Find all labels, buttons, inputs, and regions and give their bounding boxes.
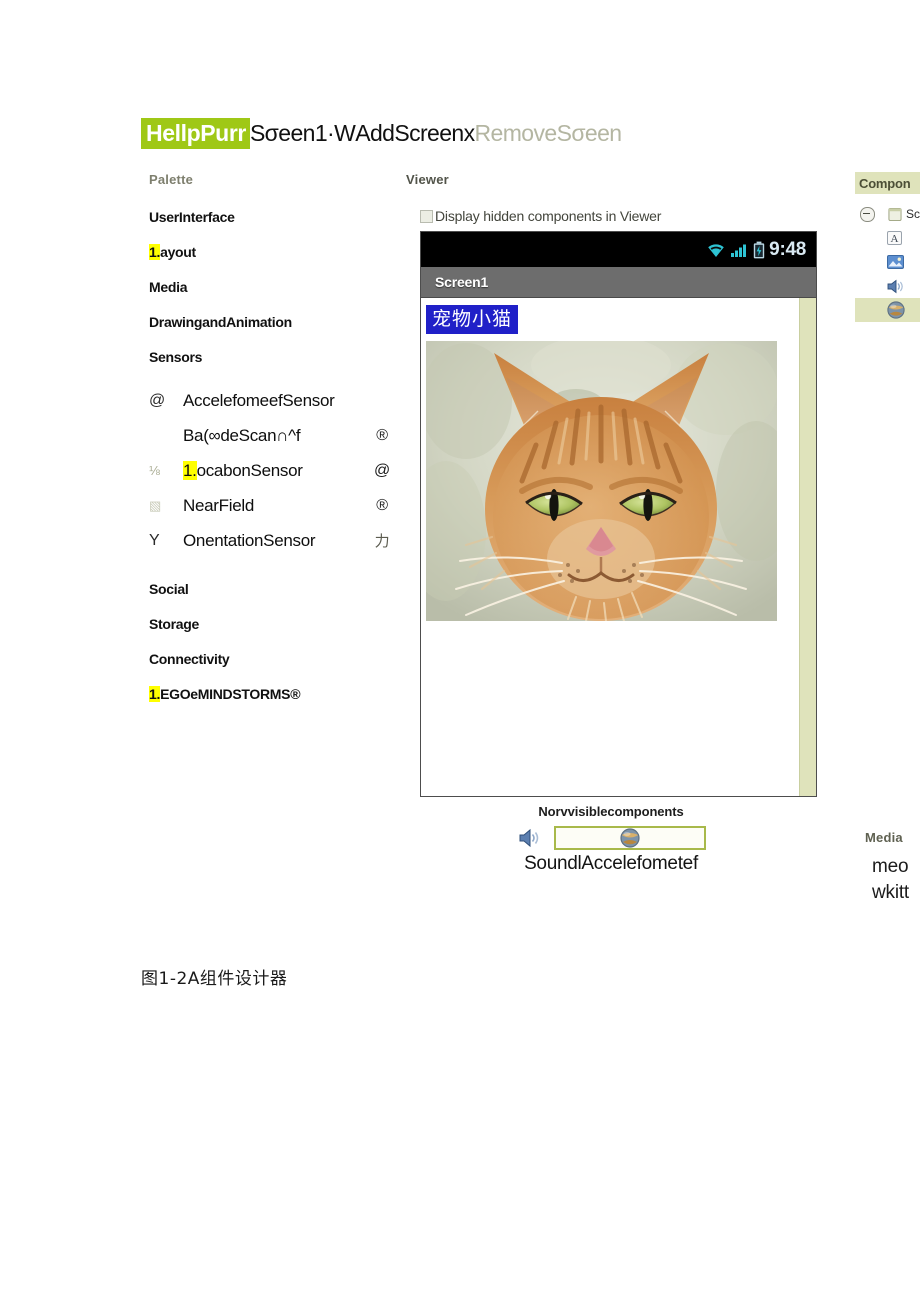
ocr-highlight-prefix: 1.	[149, 686, 161, 702]
palette-category-storage[interactable]: Storage	[149, 615, 395, 650]
phone-screen-title: Screen1	[435, 274, 489, 290]
palette-category-layout[interactable]: 1.ayout	[149, 243, 395, 278]
palette-category-label: UserInterface	[149, 209, 235, 225]
cjk-glyph-icon: 力	[374, 533, 390, 550]
palette-category-sensors[interactable]: Sensors	[149, 348, 395, 383]
nonvisible-components-icons	[406, 826, 816, 850]
palette-title: Palette	[149, 172, 194, 187]
viewer-title: Viewer	[406, 172, 449, 187]
figure-caption: 图1-2A组件设计器	[141, 969, 288, 989]
tree-row-screen[interactable]: Sc	[855, 202, 920, 226]
app-header: HellpPurr Sσeen1·W AddScreenx RemoveSσee…	[141, 116, 622, 150]
components-panel: Compon Sc A	[855, 172, 920, 334]
palette-category-connectivity[interactable]: Connectivity	[149, 650, 395, 685]
at-glyph-icon: @	[374, 461, 390, 479]
palette-item-label: OnentationSensor	[183, 530, 316, 550]
nonvisible-components-title: Norvvisiblecomponents	[538, 804, 684, 819]
palette-panel: Palette UserInterface 1.ayout Media Draw…	[149, 172, 395, 720]
phone-screen-content: 宠物小猫	[421, 298, 799, 796]
media-item[interactable]: wkitt	[855, 880, 920, 906]
ocr-highlight-prefix: 1.	[183, 460, 197, 480]
box-glyph-icon: ▧	[149, 497, 161, 513]
orange-tabby-cat-photo	[426, 341, 777, 621]
palette-item-label-text: ocabonSensor	[196, 460, 303, 480]
sound-icon	[519, 828, 538, 848]
palette-item-location-sensor[interactable]: ⅛ 1.ocabonSensor @	[149, 453, 395, 488]
svg-text:A: A	[891, 233, 899, 245]
palette-item-barcode-scanner[interactable]: Ba(∞deScan∩^f ®	[149, 418, 395, 453]
screen-selector-dropdown[interactable]: Sσeen1·W	[250, 120, 356, 147]
tree-row-sound-component[interactable]	[855, 274, 920, 298]
cat-image-component[interactable]	[426, 341, 777, 621]
display-hidden-components-checkbox[interactable]	[420, 209, 433, 223]
signal-icon	[731, 244, 747, 257]
palette-category-label: DrawingandAnimation	[149, 314, 292, 330]
component-tree: Sc A	[855, 194, 920, 334]
ocr-highlight-prefix: 1.	[149, 244, 161, 260]
sound-component[interactable]	[517, 826, 543, 850]
palette-category-drawing-animation[interactable]: DrawingandAnimation	[149, 313, 395, 348]
at-glyph-icon: @	[149, 391, 165, 409]
registered-glyph-icon: ®	[376, 496, 388, 514]
palette-category-social[interactable]: Social	[149, 580, 395, 615]
tree-row-image-component[interactable]	[855, 250, 920, 274]
palette-category-label: Storage	[149, 616, 200, 632]
phone-preview: 9:48 Screen1 宠物小猫	[420, 231, 817, 797]
y-glyph-icon: Y	[149, 531, 160, 549]
project-name-badge[interactable]: HellpPurr	[141, 117, 250, 149]
palette-category-label: EGOeMINDSTORMS®	[160, 686, 301, 702]
fraction-glyph-icon: ⅛	[149, 463, 160, 478]
palette-category-lego-mindstorms[interactable]: 1.EGOeMINDSTORMS®	[149, 685, 395, 720]
remove-screen-button[interactable]: RemoveSσeen	[475, 120, 623, 147]
media-item[interactable]: meo	[855, 854, 920, 880]
palette-category-label: Media	[149, 279, 188, 295]
accelerometer-icon	[619, 828, 640, 848]
palette-item-label: NearField	[183, 495, 254, 515]
display-hidden-components-row[interactable]: Display hidden components in Viewer	[420, 208, 661, 224]
tree-row-accelerometer-component[interactable]	[855, 298, 920, 322]
palette-category-label: Connectivity	[149, 651, 230, 667]
image-icon	[887, 255, 904, 269]
accelerometer-component[interactable]	[553, 826, 706, 850]
palette-spacer	[149, 558, 395, 580]
viewer-panel: Viewer Display hidden components in View…	[406, 172, 817, 797]
phone-screen-body: 宠物小猫	[421, 298, 816, 796]
palette-category-label: Social	[149, 581, 189, 597]
add-screen-button[interactable]: AddScreenx	[355, 120, 475, 147]
tree-row-label: Sc	[905, 207, 920, 221]
media-panel-title: Media	[865, 830, 903, 845]
palette-item-label: AccelefomeefSensor	[183, 390, 335, 410]
phone-status-icons	[706, 241, 765, 259]
sound-icon	[887, 279, 903, 293]
palette-category-label: Sensors	[149, 349, 203, 365]
app-title-label[interactable]: 宠物小猫	[426, 305, 519, 334]
nonvisible-components-names: SoundlAccelefometef	[524, 853, 698, 874]
nonvisible-components-section: Norvvisiblecomponents SoundlAccelefomete…	[406, 804, 816, 875]
palette-category-userinterface[interactable]: UserInterface	[149, 208, 395, 243]
components-panel-header: Compon	[855, 172, 920, 194]
registered-glyph-icon: ®	[376, 426, 388, 444]
palette-item-accelerometer-sensor[interactable]: @ AccelefomeefSensor	[149, 383, 395, 418]
palette-item-label: 1.ocabonSensor	[183, 460, 369, 481]
media-panel: Media meo wkitt	[855, 830, 920, 906]
palette-item-near-field[interactable]: ▧ NearField ®	[149, 488, 395, 523]
tree-row-label-component[interactable]: A	[855, 226, 920, 250]
palette-item-orientation-sensor[interactable]: Y OnentationSensor 力	[149, 523, 395, 558]
components-panel-title: Compon	[859, 175, 911, 191]
palette-category-label: ayout	[160, 244, 196, 260]
wifi-icon	[708, 243, 724, 257]
palette-item-label: Ba(∞deScan∩^f	[183, 425, 301, 445]
collapse-toggle-icon[interactable]	[860, 206, 875, 222]
screen-icon	[888, 207, 902, 221]
phone-clock: 9:48	[769, 238, 806, 260]
label-icon: A	[887, 231, 902, 245]
phone-title-bar: Screen1	[421, 267, 816, 298]
battery-icon	[753, 241, 765, 258]
phone-status-bar: 9:48	[421, 232, 816, 267]
accelerometer-icon	[887, 301, 905, 319]
display-hidden-components-label: Display hidden components in Viewer	[435, 208, 662, 224]
screen-right-rail	[799, 298, 816, 796]
palette-category-media[interactable]: Media	[149, 278, 395, 313]
